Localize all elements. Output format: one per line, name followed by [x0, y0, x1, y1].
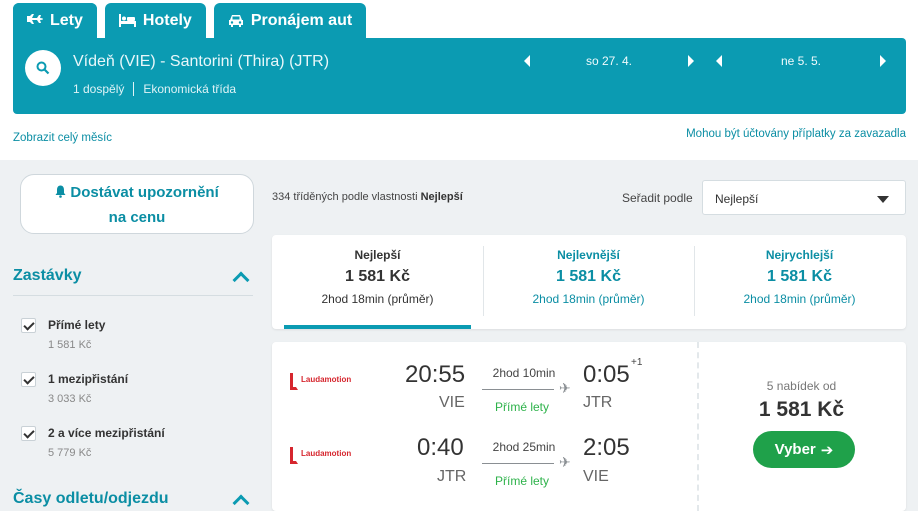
price-alert-button[interactable]: Dostávat upozornění na cenu: [20, 174, 254, 234]
svg-text:Laudamotion: Laudamotion: [301, 375, 351, 384]
departure-time: 20:55: [405, 361, 466, 388]
price-alert-line1: Dostávat upozornění: [70, 184, 219, 201]
select-flight-label: Vyber: [774, 441, 816, 458]
tab-car-rental[interactable]: Pronájem aut: [213, 3, 367, 38]
sort-tab-price: 1 581 Kč: [767, 268, 832, 285]
caret-down-icon: [877, 196, 889, 203]
sort-tab-name: Nejlepší: [354, 248, 401, 262]
tab-hotels[interactable]: Hotely: [104, 3, 206, 38]
checkbox-one-stop[interactable]: [21, 372, 36, 387]
filter-price: 1 581 Kč: [48, 339, 92, 351]
departure-airport: JTR: [437, 468, 467, 485]
sort-select[interactable]: Nejlepší: [702, 180, 906, 215]
sort-tab-duration: 2hod 18min (průměr): [321, 292, 434, 306]
collapse-times-icon[interactable]: [232, 494, 250, 511]
return-date-text[interactable]: ne 5. 5.: [722, 54, 880, 68]
plane-icon: ✈: [559, 380, 571, 396]
tab-label: Pronájem aut: [250, 11, 353, 29]
stops-filter-title[interactable]: Zastávky: [13, 267, 82, 285]
product-tabs: Lety Hotely Pronájem aut: [13, 3, 367, 38]
airline-logo: Laudamotion: [288, 370, 358, 397]
airline-logo: Laudamotion: [288, 444, 358, 471]
search-icon: [36, 61, 50, 75]
return-date-picker: ne 5. 5.: [716, 54, 886, 68]
sort-tab-fastest[interactable]: Nejrychlejší 1 581 Kč 2hod 18min (průměr…: [694, 235, 905, 329]
sort-tab-price: 1 581 Kč: [345, 268, 410, 285]
collapse-stops-icon[interactable]: [232, 271, 250, 289]
filter-price: 5 779 Kč: [48, 447, 92, 459]
tab-flights[interactable]: Lety: [13, 3, 97, 38]
tab-label: Lety: [50, 11, 83, 29]
flight-line: [482, 389, 554, 390]
bell-icon: [55, 185, 66, 198]
sort-tab-duration: 2hod 18min (průměr): [532, 292, 645, 306]
bed-icon: [118, 14, 136, 27]
plane-icon: ✈: [559, 454, 571, 470]
results-count-prefix: 334 tříděných podle vlastnosti: [272, 191, 421, 203]
sort-tab-name: Nejlevnější: [557, 248, 620, 262]
sort-label: Seřadit podle: [622, 191, 693, 205]
card-divider: [697, 342, 699, 511]
filter-label: Přímé lety: [48, 318, 106, 332]
sort-tab-duration: 2hod 18min (průměr): [743, 292, 856, 306]
results-count-sort: Nejlepší: [420, 191, 463, 203]
sort-tabs: Nejlepší 1 581 Kč 2hod 18min (průměr) Ne…: [272, 235, 906, 329]
cabin-class-text: Ekonomická třída: [143, 82, 237, 96]
sort-tab-name: Nejrychlejší: [765, 248, 834, 262]
offers-count: 5 nabídek od: [766, 379, 837, 393]
results-count: 334 tříděných podle vlastnosti Nejlepší: [272, 191, 463, 203]
flight-duration: 2hod 10min: [492, 366, 556, 380]
sort-select-value: Nejlepší: [715, 192, 759, 206]
route-text[interactable]: Vídeň (VIE) - Santorini (Thira) (JTR): [73, 53, 329, 71]
arrival-time: 0:05: [583, 361, 630, 388]
tab-label: Hotely: [142, 11, 192, 29]
depart-date-picker: so 27. 4.: [524, 54, 694, 68]
departure-airport: VIE: [439, 394, 465, 411]
direct-flight-label: Přímé lety: [494, 474, 549, 488]
arrival-airport: JTR: [583, 394, 613, 411]
search-button[interactable]: [25, 50, 61, 86]
sort-tab-cheapest[interactable]: Nejlevnější 1 581 Kč 2hod 18min (průměr): [483, 235, 694, 329]
times-filter-title[interactable]: Časy odletu/odjezdu: [13, 490, 169, 508]
baggage-fees-link[interactable]: Mohou být účtovány příplatky za zavazadl…: [686, 128, 906, 140]
next-return-date-icon[interactable]: [880, 55, 886, 67]
car-icon: [228, 15, 243, 27]
filter-price: 3 033 Kč: [48, 393, 92, 405]
arrow-right-icon: ➔: [820, 441, 834, 459]
flight-price: 1 581 Kč: [758, 398, 845, 421]
passengers-text: 1 dospělý: [73, 82, 125, 96]
price-alert-line2: na cenu: [108, 209, 166, 226]
sort-tab-best[interactable]: Nejlepší 1 581 Kč 2hod 18min (průměr): [272, 235, 483, 329]
arrival-time: 2:05: [583, 434, 630, 461]
filter-label: 2 a více mezipřistání: [48, 426, 165, 440]
flight-line: [482, 463, 554, 464]
search-summary-bar[interactable]: Vídeň (VIE) - Santorini (Thira) (JTR) 1 …: [13, 38, 906, 114]
whole-month-link[interactable]: Zobrazit celý měsíc: [13, 132, 112, 144]
plane-icon: [27, 13, 43, 24]
active-tab-indicator: [284, 325, 471, 329]
svg-text:Laudamotion: Laudamotion: [301, 449, 351, 458]
arrival-airport: VIE: [583, 468, 609, 485]
next-depart-date-icon[interactable]: [688, 55, 694, 67]
flight-duration: 2hod 25min: [492, 440, 556, 454]
departure-time: 0:40: [417, 434, 464, 461]
meta-divider: [133, 82, 135, 96]
filter-label: 1 mezipřistání: [48, 372, 129, 386]
checkbox-direct[interactable]: [21, 318, 36, 333]
divider: [13, 295, 253, 296]
day-offset: +1: [631, 357, 643, 368]
select-flight-button[interactable]: Vyber ➔: [753, 431, 855, 468]
direct-flight-label: Přímé lety: [494, 400, 549, 414]
checkbox-two-plus-stops[interactable]: [21, 426, 36, 441]
sort-tab-price: 1 581 Kč: [556, 268, 621, 285]
search-meta[interactable]: 1 dospělý Ekonomická třída: [73, 82, 236, 96]
flight-result-card[interactable]: Laudamotion 20:55 VIE 2hod 10min ✈ Přímé…: [272, 342, 906, 511]
depart-date-text[interactable]: so 27. 4.: [530, 54, 688, 68]
